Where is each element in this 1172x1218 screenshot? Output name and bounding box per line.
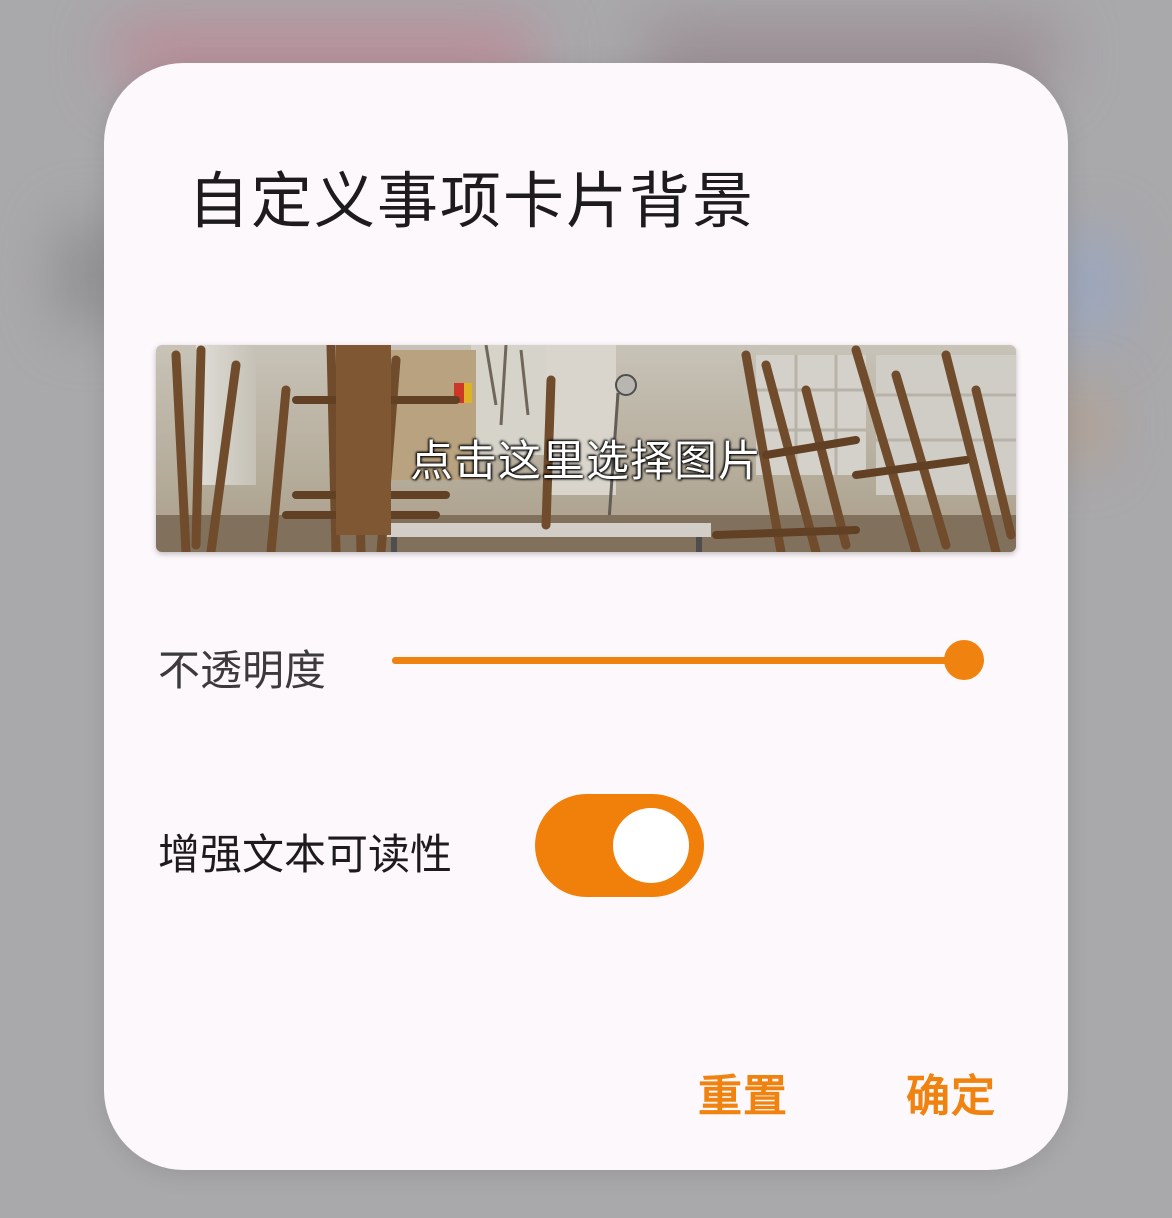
card-background-dialog: 自定义事项卡片背景 点击这里选择图片 不透明度 增强文本可读性 重置 确定	[104, 63, 1068, 1170]
toggle-knob	[613, 808, 689, 883]
image-picker-button[interactable]: 点击这里选择图片	[156, 345, 1016, 552]
opacity-label: 不透明度	[158, 646, 327, 695]
image-picker-label: 点击这里选择图片	[410, 437, 762, 487]
confirm-button[interactable]: 确定	[906, 1060, 996, 1124]
opacity-slider[interactable]	[392, 640, 984, 680]
slider-active-track	[392, 657, 964, 664]
readability-toggle[interactable]	[535, 794, 704, 897]
dialog-title: 自定义事项卡片背景	[188, 166, 756, 237]
readability-label: 增强文本可读性	[158, 830, 453, 879]
slider-thumb[interactable]	[944, 640, 984, 680]
reset-button[interactable]: 重置	[698, 1060, 788, 1124]
